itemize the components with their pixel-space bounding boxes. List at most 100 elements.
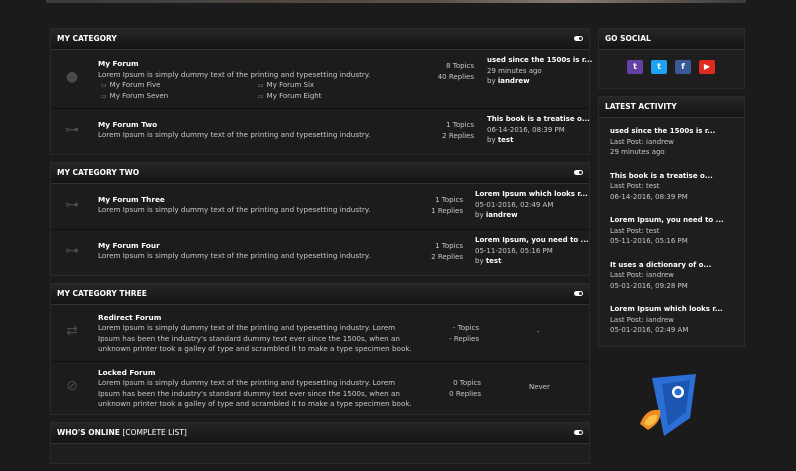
category-title[interactable]: My Category — [57, 34, 117, 43]
subforum-link[interactable]: ▭ My Forum Six — [258, 81, 314, 89]
whos-online-panel: Who's Online [Complete List] — [50, 422, 590, 464]
latest-activity-panel: Latest Activity used since the 1500s is … — [598, 96, 745, 347]
youtube-icon[interactable]: ▶ — [699, 60, 715, 74]
forum-title[interactable]: My Forum Three — [98, 195, 165, 204]
subforum-link[interactable]: ▭ My Forum Seven — [101, 92, 168, 100]
forum-description: Lorem Ipsum is simply dummy text of the … — [98, 70, 371, 79]
activity-time: 06-14-2016, 08:39 PM — [610, 192, 688, 201]
last-post-time: 29 minutes ago — [487, 66, 542, 75]
forum-row: ● My Forum Lorem Ipsum is simply dummy t… — [51, 50, 592, 109]
category-header: My Category Three — [51, 284, 589, 305]
twitter-icon[interactable]: t — [651, 60, 667, 74]
category-panel: My Category Two ⊶ My Forum Three Lorem I… — [50, 162, 590, 276]
activity-title[interactable]: used since the 1500s is r... — [610, 126, 744, 137]
activity-title[interactable]: It uses a dictionary of o... — [610, 260, 744, 271]
activity-title[interactable]: This book is a treatise o... — [610, 171, 744, 182]
collapse-toggle-icon[interactable] — [574, 170, 583, 175]
facebook-icon[interactable]: f — [675, 60, 691, 74]
last-post-author: by test — [487, 136, 514, 144]
activity-last-post: Last Post: test — [610, 182, 660, 190]
activity-title[interactable]: Lorem Ipsum, you need to ... — [610, 215, 744, 226]
whos-online-header: Who's Online [Complete List] — [51, 423, 589, 444]
forum-stats: 0 Topics 0 Replies — [449, 378, 481, 399]
last-post: Lorem Ipsum, you need to ... 05-11-2016,… — [475, 235, 589, 267]
gamepad-icon: ⊶ — [65, 122, 79, 138]
last-post-time: 06-14-2016, 08:39 PM — [487, 125, 565, 134]
last-post-title[interactable]: used since the 1500s is r... — [487, 55, 592, 66]
activity-item: It uses a dictionary of o... Last Post: … — [610, 260, 744, 292]
author-link[interactable]: test — [486, 257, 502, 265]
forum-title[interactable]: My Forum Four — [98, 241, 160, 250]
forum-title[interactable]: Locked Forum — [98, 368, 155, 377]
last-post-title[interactable]: This book is a treatise o... — [487, 114, 590, 125]
folder-icon: ▭ — [101, 93, 107, 100]
activity-last-post: Last Post: iandrew — [610, 137, 674, 146]
forum-row: ⊶ My Forum Two Lorem Ipsum is simply dum… — [51, 109, 590, 154]
activity-time: 05-11-2016, 05:16 PM — [610, 237, 688, 245]
subforum-link[interactable]: ▭ My Forum Five — [101, 81, 160, 89]
category-panel: My Category ● My Forum Lorem Ipsum is si… — [50, 28, 592, 155]
activity-time: 05-01-2016, 09:28 PM — [610, 281, 688, 290]
activity-item: This book is a treatise o... Last Post: … — [610, 171, 744, 203]
redirect-icon: ⇄ — [66, 323, 78, 339]
forum-row: ⊶ My Forum Three Lorem Ipsum is simply d… — [51, 184, 589, 230]
activity-list: used since the 1500s is r... Last Post: … — [599, 118, 744, 346]
social-title: Go Social — [605, 34, 651, 43]
reply-count: 0 Replies — [449, 389, 481, 398]
last-post-time: 05-01-2016, 02:49 AM — [475, 200, 554, 209]
activity-last-post: Last Post: iandrew — [610, 315, 674, 324]
gamepad-icon: ⊶ — [65, 197, 79, 213]
activity-last-post: Last Post: iandrew — [610, 271, 674, 279]
last-post: Lorem Ipsum which looks r... 05-01-2016,… — [475, 189, 588, 221]
last-post-empty: Never — [529, 383, 550, 391]
category-header: My Category Two — [51, 163, 589, 184]
topic-count: 1 Topics — [446, 121, 474, 129]
subforum-link[interactable]: ▭ My Forum Eight — [258, 92, 322, 100]
whos-online-title: Who's Online — [57, 428, 120, 437]
folder-icon: ▭ — [258, 82, 264, 89]
forum-title[interactable]: My Forum Two — [98, 120, 157, 129]
last-post-title[interactable]: Lorem Ipsum, you need to ... — [475, 235, 589, 246]
forum-status-icon: ● — [65, 69, 79, 85]
activity-time: 29 minutes ago — [610, 148, 665, 156]
collapse-toggle-icon[interactable] — [574, 291, 583, 296]
header-banner-strip — [46, 0, 746, 3]
last-post: used since the 1500s is r... 29 minutes … — [487, 55, 592, 87]
last-post-author: by test — [475, 257, 502, 265]
forum-stats: 1 Topics 2 Replies — [431, 241, 463, 262]
collapse-toggle-icon[interactable] — [574, 430, 583, 435]
last-post-time: 05-11-2016, 05:16 PM — [475, 246, 553, 255]
activity-last-post: Last Post: test — [610, 226, 660, 235]
last-post-author: by iandrew — [475, 211, 518, 219]
activity-item: Lorem Ipsum, you need to ... Last Post: … — [610, 215, 744, 247]
reply-count: - Replies — [449, 334, 479, 343]
category-title[interactable]: My Category Three — [57, 289, 147, 298]
social-header: Go Social — [599, 29, 744, 50]
forum-description: Lorem Ipsum is simply dummy text of the … — [98, 378, 412, 408]
author-link[interactable]: iandrew — [498, 77, 530, 85]
topic-count: - Topics — [452, 324, 479, 332]
category-panel: My Category Three ⇄ Redirect Forum Lorem… — [50, 283, 590, 415]
forum-description: Lorem Ipsum is simply dummy text of the … — [98, 323, 412, 353]
twitch-icon[interactable]: t — [627, 60, 643, 74]
category-title[interactable]: My Category Two — [57, 168, 139, 177]
forum-title[interactable]: Redirect Forum — [98, 313, 161, 322]
author-link[interactable]: test — [498, 136, 514, 144]
collapse-toggle-icon[interactable] — [574, 36, 583, 41]
reply-count: 2 Replies — [431, 252, 463, 261]
latest-activity-header: Latest Activity — [599, 97, 744, 118]
forum-title[interactable]: My Forum — [98, 59, 139, 68]
sidebar: Go Social t t f ▶ Latest Activity used s… — [598, 28, 745, 354]
complete-list-link[interactable]: [Complete List] — [122, 428, 186, 437]
last-post-title[interactable]: Lorem Ipsum which looks r... — [475, 189, 588, 200]
forum-row: ⇄ Redirect Forum Lorem Ipsum is simply d… — [51, 305, 589, 362]
forum-description: Lorem Ipsum is simply dummy text of the … — [98, 251, 371, 260]
forum-row: ⊘ Locked Forum Lorem Ipsum is simply dum… — [51, 362, 589, 414]
activity-title[interactable]: Lorem Ipsum which looks r... — [610, 304, 744, 315]
latest-activity-title: Latest Activity — [605, 102, 677, 111]
forum-stats: - Topics - Replies — [449, 323, 479, 344]
last-post-author: by iandrew — [487, 77, 530, 85]
author-link[interactable]: iandrew — [486, 211, 518, 219]
activity-item: Lorem Ipsum which looks r... Last Post: … — [610, 304, 744, 336]
forum-row: ⊶ My Forum Four Lorem Ipsum is simply du… — [51, 230, 589, 275]
